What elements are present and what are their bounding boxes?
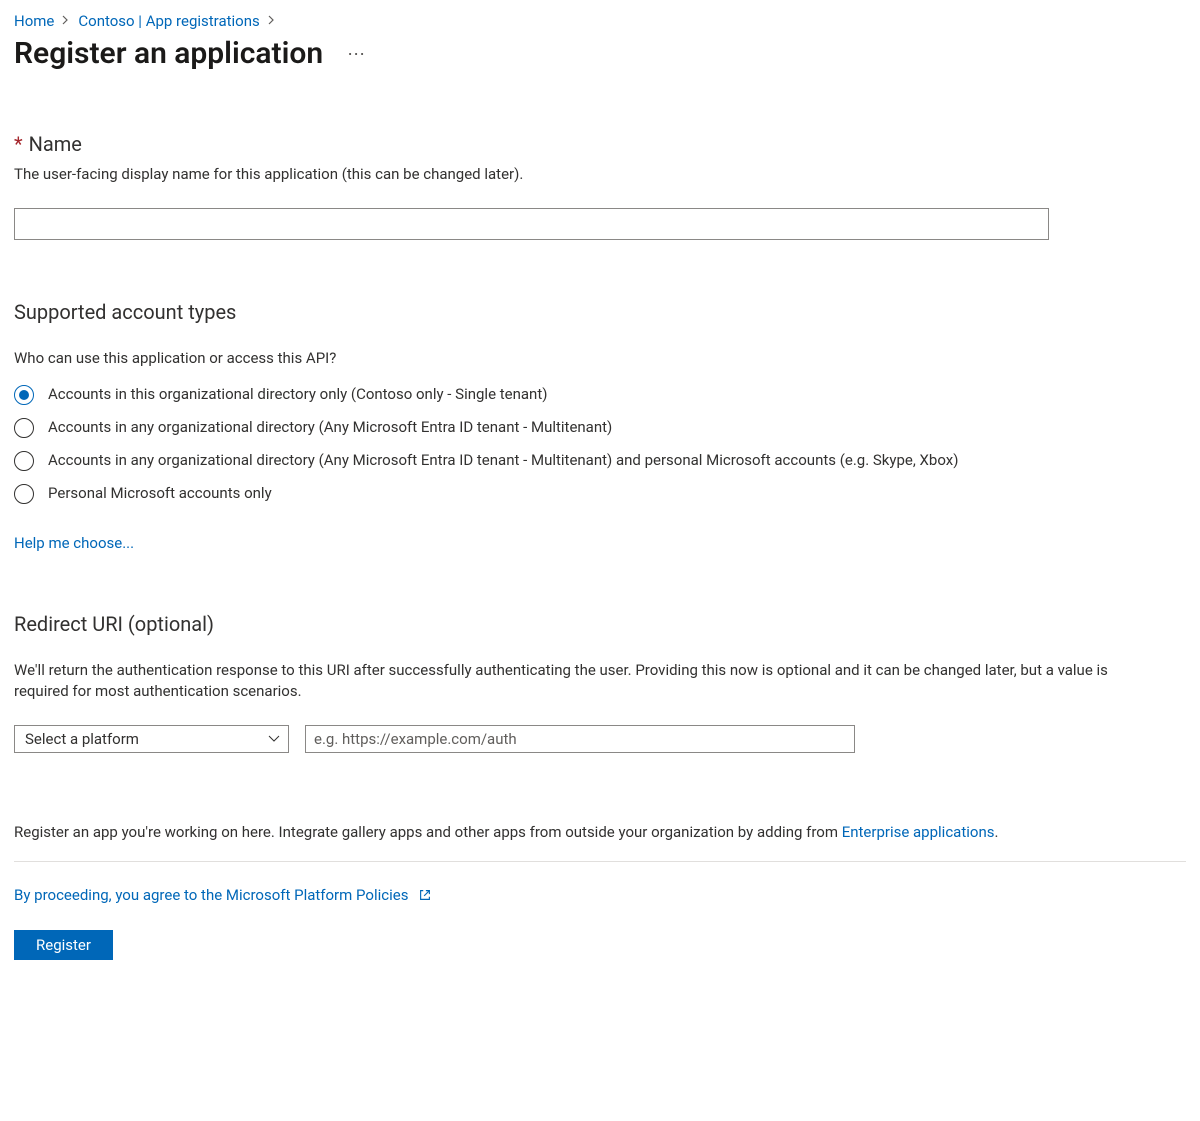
radio-icon: [14, 418, 34, 438]
required-asterisk: *: [14, 132, 23, 156]
chevron-down-icon: [268, 735, 280, 743]
radio-label: Accounts in any organizational directory…: [48, 417, 612, 438]
account-types-section: Supported account types Who can use this…: [14, 300, 1144, 552]
redirect-uri-section: Redirect URI (optional) We'll return the…: [14, 612, 1144, 754]
help-me-choose-link[interactable]: Help me choose...: [14, 534, 134, 552]
name-label: *Name: [14, 132, 1144, 156]
account-type-option-multitenant-personal[interactable]: Accounts in any organizational directory…: [14, 450, 1144, 471]
account-types-heading: Supported account types: [14, 300, 1144, 324]
platform-policies-link[interactable]: By proceeding, you agree to the Microsof…: [14, 886, 432, 904]
breadcrumb: Home Contoso | App registrations: [14, 12, 1186, 30]
name-section: *Name The user-facing display name for t…: [14, 132, 1144, 240]
divider: [14, 861, 1186, 862]
radio-label: Personal Microsoft accounts only: [48, 483, 272, 504]
radio-label: Accounts in any organizational directory…: [48, 450, 958, 471]
redirect-uri-help: We'll return the authentication response…: [14, 660, 1144, 704]
radio-label: Accounts in this organizational director…: [48, 384, 547, 405]
redirect-uri-input[interactable]: [305, 725, 855, 753]
policy-line: By proceeding, you agree to the Microsof…: [14, 886, 1186, 904]
account-type-option-multitenant[interactable]: Accounts in any organizational directory…: [14, 417, 1144, 438]
external-link-icon: [418, 888, 432, 902]
register-button[interactable]: Register: [14, 930, 113, 960]
platform-select[interactable]: Select a platform: [14, 725, 289, 753]
radio-icon: [14, 385, 34, 405]
enterprise-applications-link[interactable]: Enterprise applications: [842, 823, 995, 841]
redirect-uri-heading: Redirect URI (optional): [14, 612, 1144, 636]
radio-icon: [14, 484, 34, 504]
chevron-right-icon: [62, 14, 70, 28]
page-title: Register an application: [14, 36, 323, 72]
chevron-right-icon: [268, 14, 276, 28]
platform-select-value: Select a platform: [25, 730, 139, 748]
name-help: The user-facing display name for this ap…: [14, 164, 1144, 186]
account-types-radio-group: Accounts in this organizational director…: [14, 384, 1144, 504]
account-type-option-personal-only[interactable]: Personal Microsoft accounts only: [14, 483, 1144, 504]
radio-icon: [14, 451, 34, 471]
breadcrumb-home[interactable]: Home: [14, 12, 54, 30]
account-type-option-single-tenant[interactable]: Accounts in this organizational director…: [14, 384, 1144, 405]
enterprise-note: Register an app you're working on here. …: [14, 823, 1174, 841]
account-types-prompt: Who can use this application or access t…: [14, 348, 1144, 370]
breadcrumb-parent[interactable]: Contoso | App registrations: [78, 12, 259, 30]
more-actions-button[interactable]: ⋯: [347, 44, 367, 65]
name-input[interactable]: [14, 208, 1049, 240]
